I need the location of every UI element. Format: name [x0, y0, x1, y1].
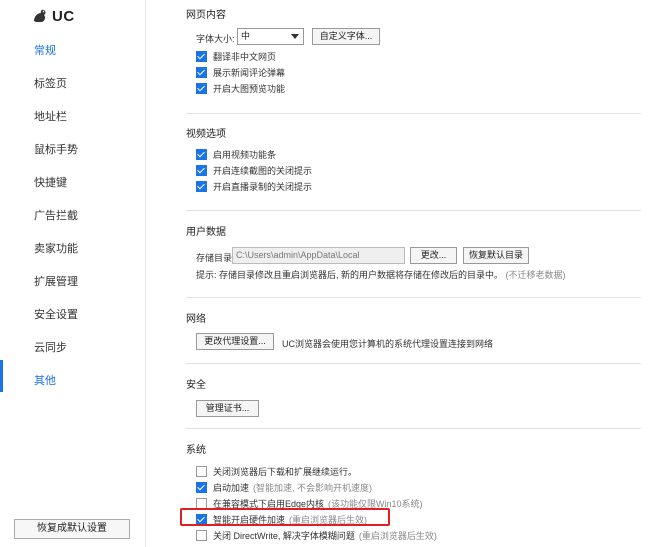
option-label: 开启连续截图的关闭提示 [213, 165, 313, 176]
option-startup-boost[interactable]: 启动加速 (智能加速, 不会影响开机速度) [196, 481, 372, 493]
squirrel-icon [34, 9, 46, 22]
checkbox[interactable] [196, 465, 207, 477]
font-size-label: 字体大小: [196, 34, 235, 44]
sidebar-item-address-bar[interactable]: 地址栏 [34, 108, 67, 124]
option-comment-danmaku[interactable]: 展示新闻评论弹幕 [196, 66, 285, 78]
section-title-video: 视频选项 [186, 129, 226, 140]
section-title-network: 网络 [186, 314, 206, 325]
option-run-in-background[interactable]: 关闭浏览器后下载和扩展继续运行。 [196, 465, 361, 477]
divider [186, 297, 641, 298]
uc-logo: UC [32, 6, 75, 26]
option-image-preview[interactable]: 开启大图预览功能 [196, 82, 285, 94]
checkbox[interactable] [196, 481, 207, 493]
divider [186, 210, 641, 211]
custom-font-button[interactable]: 自定义字体... [312, 28, 380, 45]
logo-text: UC [52, 7, 75, 25]
option-note: (重启浏览器后生效) [358, 530, 437, 541]
sidebar: UC 常规 标签页 地址栏 鼠标手势 快捷键 广告拦截 卖家功能 扩展管理 安全… [0, 0, 146, 547]
sidebar-item-shortcuts[interactable]: 快捷键 [34, 174, 67, 190]
divider [186, 428, 641, 429]
change-dir-button[interactable]: 更改... [410, 247, 457, 264]
option-label: 关闭浏览器后下载和扩展继续运行。 [213, 466, 358, 477]
settings-content: 网页内容 字体大小: 中 自定义字体... 翻译非中文网页 展示新闻评论弹幕 开… [145, 0, 650, 547]
checkbox[interactable] [196, 497, 207, 509]
checkbox[interactable] [196, 529, 207, 541]
sidebar-item-ad-block[interactable]: 广告拦截 [34, 207, 78, 223]
storage-hint: 提示: 存储目录修改且重启浏览器后, 新的用户数据将存储在修改后的目录中。 (不… [196, 268, 566, 281]
annotation-highlight-box [180, 508, 390, 526]
section-title-user-data: 用户数据 [186, 227, 226, 238]
sidebar-item-general[interactable]: 常规 [34, 42, 56, 58]
storage-path-input[interactable]: C:\Users\admin\AppData\Local [232, 247, 405, 264]
checkbox[interactable] [196, 148, 207, 160]
restore-defaults-button[interactable]: 恢复成默认设置 [14, 519, 130, 539]
sidebar-item-seller[interactable]: 卖家功能 [34, 240, 78, 256]
sidebar-item-other[interactable]: 其他 [34, 372, 56, 388]
checkbox[interactable] [196, 66, 207, 78]
option-label: 开启直播录制的关闭提示 [213, 181, 313, 192]
checkbox[interactable] [196, 180, 207, 192]
sidebar-item-security[interactable]: 安全设置 [34, 306, 78, 322]
section-title-security: 安全 [186, 380, 206, 391]
option-disable-directwrite[interactable]: 关闭 DirectWrite, 解决字体模糊问题 (重启浏览器后生效) [196, 529, 437, 541]
checkbox[interactable] [196, 82, 207, 94]
hint-note: (不迁移老数据) [505, 270, 566, 280]
sidebar-item-mouse-gestures[interactable]: 鼠标手势 [34, 141, 78, 157]
active-indicator [0, 360, 3, 392]
proxy-description: UC浏览器会使用您计算机的系统代理设置连接到网络 [282, 339, 494, 349]
proxy-settings-button[interactable]: 更改代理设置... [196, 333, 274, 350]
option-label: 关闭 DirectWrite, 解决字体模糊问题 [213, 530, 355, 541]
option-label: 启用视频功能条 [213, 149, 277, 160]
font-size-value: 中 [241, 31, 251, 41]
hint-text: 提示: 存储目录修改且重启浏览器后, 新的用户数据将存储在修改后的目录中。 [196, 270, 504, 280]
manage-certificates-button[interactable]: 管理证书... [196, 400, 259, 417]
option-translate[interactable]: 翻译非中文网页 [196, 50, 276, 62]
option-note: (智能加速, 不会影响开机速度) [253, 482, 373, 493]
checkbox[interactable] [196, 50, 207, 62]
divider [186, 363, 641, 364]
section-title-web-content: 网页内容 [186, 10, 226, 21]
option-screenshot-prompt[interactable]: 开启连续截图的关闭提示 [196, 164, 312, 176]
option-label: 开启大图预览功能 [213, 83, 286, 94]
option-label: 翻译非中文网页 [213, 51, 277, 62]
section-title-system: 系统 [186, 445, 206, 456]
option-video-bar[interactable]: 启用视频功能条 [196, 148, 276, 160]
checkbox[interactable] [196, 164, 207, 176]
option-live-record-prompt[interactable]: 开启直播录制的关闭提示 [196, 180, 312, 192]
sidebar-item-tabs[interactable]: 标签页 [34, 75, 67, 91]
option-label: 启动加速 [213, 482, 250, 493]
divider [186, 113, 641, 114]
restore-dir-button[interactable]: 恢复默认目录 [463, 247, 529, 264]
chevron-down-icon [291, 34, 299, 39]
font-size-select[interactable]: 中 [237, 28, 304, 45]
sidebar-item-sync[interactable]: 云同步 [34, 339, 67, 355]
option-label: 展示新闻评论弹幕 [213, 67, 286, 78]
sidebar-item-extensions[interactable]: 扩展管理 [34, 273, 78, 289]
storage-dir-label: 存储目录: [196, 253, 235, 263]
